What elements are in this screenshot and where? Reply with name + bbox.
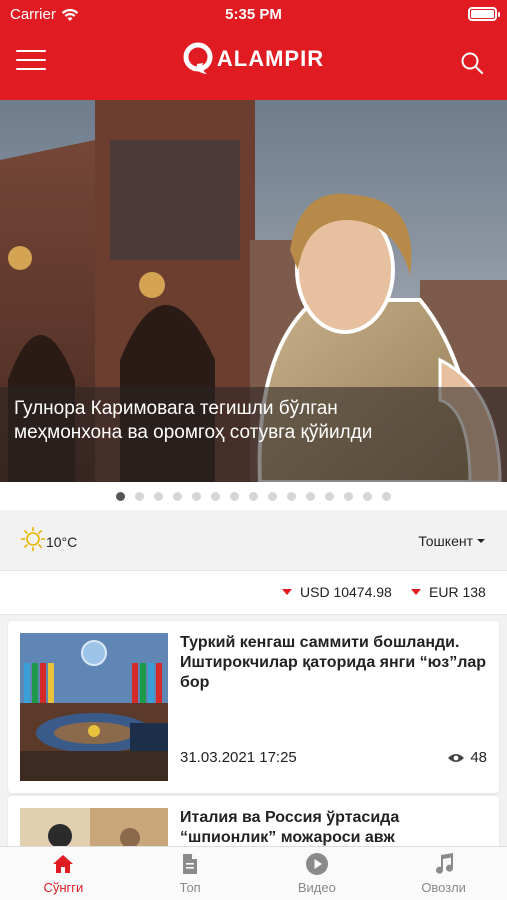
news-date: 31.03.2021 17:25 (180, 749, 297, 766)
music-note-icon (435, 853, 453, 874)
pager-dot[interactable] (192, 491, 201, 501)
tab-bar: Сўнгги Топ Видео Овозли (0, 846, 507, 900)
hero-caption: Гулнора Каримовага тегишли бўлган меҳмон… (0, 387, 507, 482)
trend-down-icon (282, 589, 292, 595)
tab-video[interactable]: Видео (254, 847, 381, 900)
app-screen: Carrier 5:35 PM ALAMPIR Гулнора Каримова… (0, 0, 507, 900)
usd-rate: USD 10474.98 (282, 584, 392, 600)
eur-rate-label: EUR 138 (429, 584, 486, 600)
home-icon (53, 855, 74, 873)
battery-icon (468, 7, 500, 21)
tab-label: Овозли (421, 880, 466, 895)
logo-q-icon (183, 42, 213, 74)
news-card[interactable]: Туркий кенгаш саммити бошланди. Иштирокч… (8, 621, 499, 793)
pager-dot[interactable] (173, 491, 182, 501)
play-icon (305, 853, 328, 875)
tab-label: Топ (179, 880, 201, 895)
news-image (20, 633, 168, 781)
tab-latest[interactable]: Сўнгги (0, 847, 127, 900)
logo-text: ALAMPIR (216, 46, 325, 71)
search-button[interactable] (459, 50, 485, 76)
slide-pager[interactable] (0, 482, 507, 510)
tab-top[interactable]: Топ (127, 847, 254, 900)
usd-rate-label: USD 10474.98 (300, 584, 392, 600)
news-title: Туркий кенгаш саммити бошланди. Иштирокч… (180, 634, 487, 691)
pager-dot[interactable] (382, 491, 391, 501)
tab-label: Видео (297, 880, 336, 895)
pager-dot[interactable] (268, 491, 277, 501)
pager-dot[interactable] (230, 491, 239, 501)
trend-down-icon (411, 589, 421, 595)
battery-level (471, 10, 494, 18)
eur-rate: EUR 138 (411, 584, 486, 600)
temperature: 10°C (46, 534, 78, 550)
pager-dot[interactable] (306, 491, 315, 501)
pager-dot[interactable] (363, 491, 372, 501)
pager-dot[interactable] (287, 491, 296, 501)
tab-audio[interactable]: Овозли (380, 847, 507, 900)
news-views: 48 (447, 749, 487, 766)
status-time: 5:35 PM (225, 6, 282, 23)
app-header: Carrier 5:35 PM ALAMPIR (0, 0, 507, 100)
news-title: Италия ва Россия ўртасида “шпионлик” мож… (180, 809, 400, 846)
city-label: Тошкент (418, 533, 473, 549)
currency-rates: USD 10474.98 EUR 138 (0, 570, 507, 615)
view-count: 48 (470, 749, 487, 766)
pager-dot[interactable] (344, 491, 353, 501)
featured-news-slide[interactable]: Гулнора Каримовага тегишли бўлган меҳмон… (0, 100, 507, 482)
sun-icon (20, 526, 46, 552)
pager-dot[interactable] (135, 491, 144, 501)
pager-dot[interactable] (211, 491, 220, 501)
app-logo: ALAMPIR (0, 42, 507, 76)
pager-dot[interactable] (325, 491, 334, 501)
hero-headline: Гулнора Каримовага тегишли бўлган меҳмон… (14, 398, 373, 443)
tab-label: Сўнгги (43, 880, 84, 895)
news-thumbnail (20, 633, 168, 781)
weather-row: 10°C Тошкент (0, 512, 507, 568)
pager-dot[interactable] (116, 491, 125, 501)
search-icon (461, 52, 484, 75)
status-bar: Carrier 5:35 PM (0, 0, 507, 28)
caret-down-icon (477, 539, 485, 543)
document-icon (183, 854, 198, 874)
nav-bar: ALAMPIR (0, 28, 507, 100)
city-selector[interactable]: Тошкент (418, 533, 485, 549)
pager-dot[interactable] (154, 491, 163, 501)
pager-dot[interactable] (249, 491, 258, 501)
eye-icon (448, 753, 465, 762)
